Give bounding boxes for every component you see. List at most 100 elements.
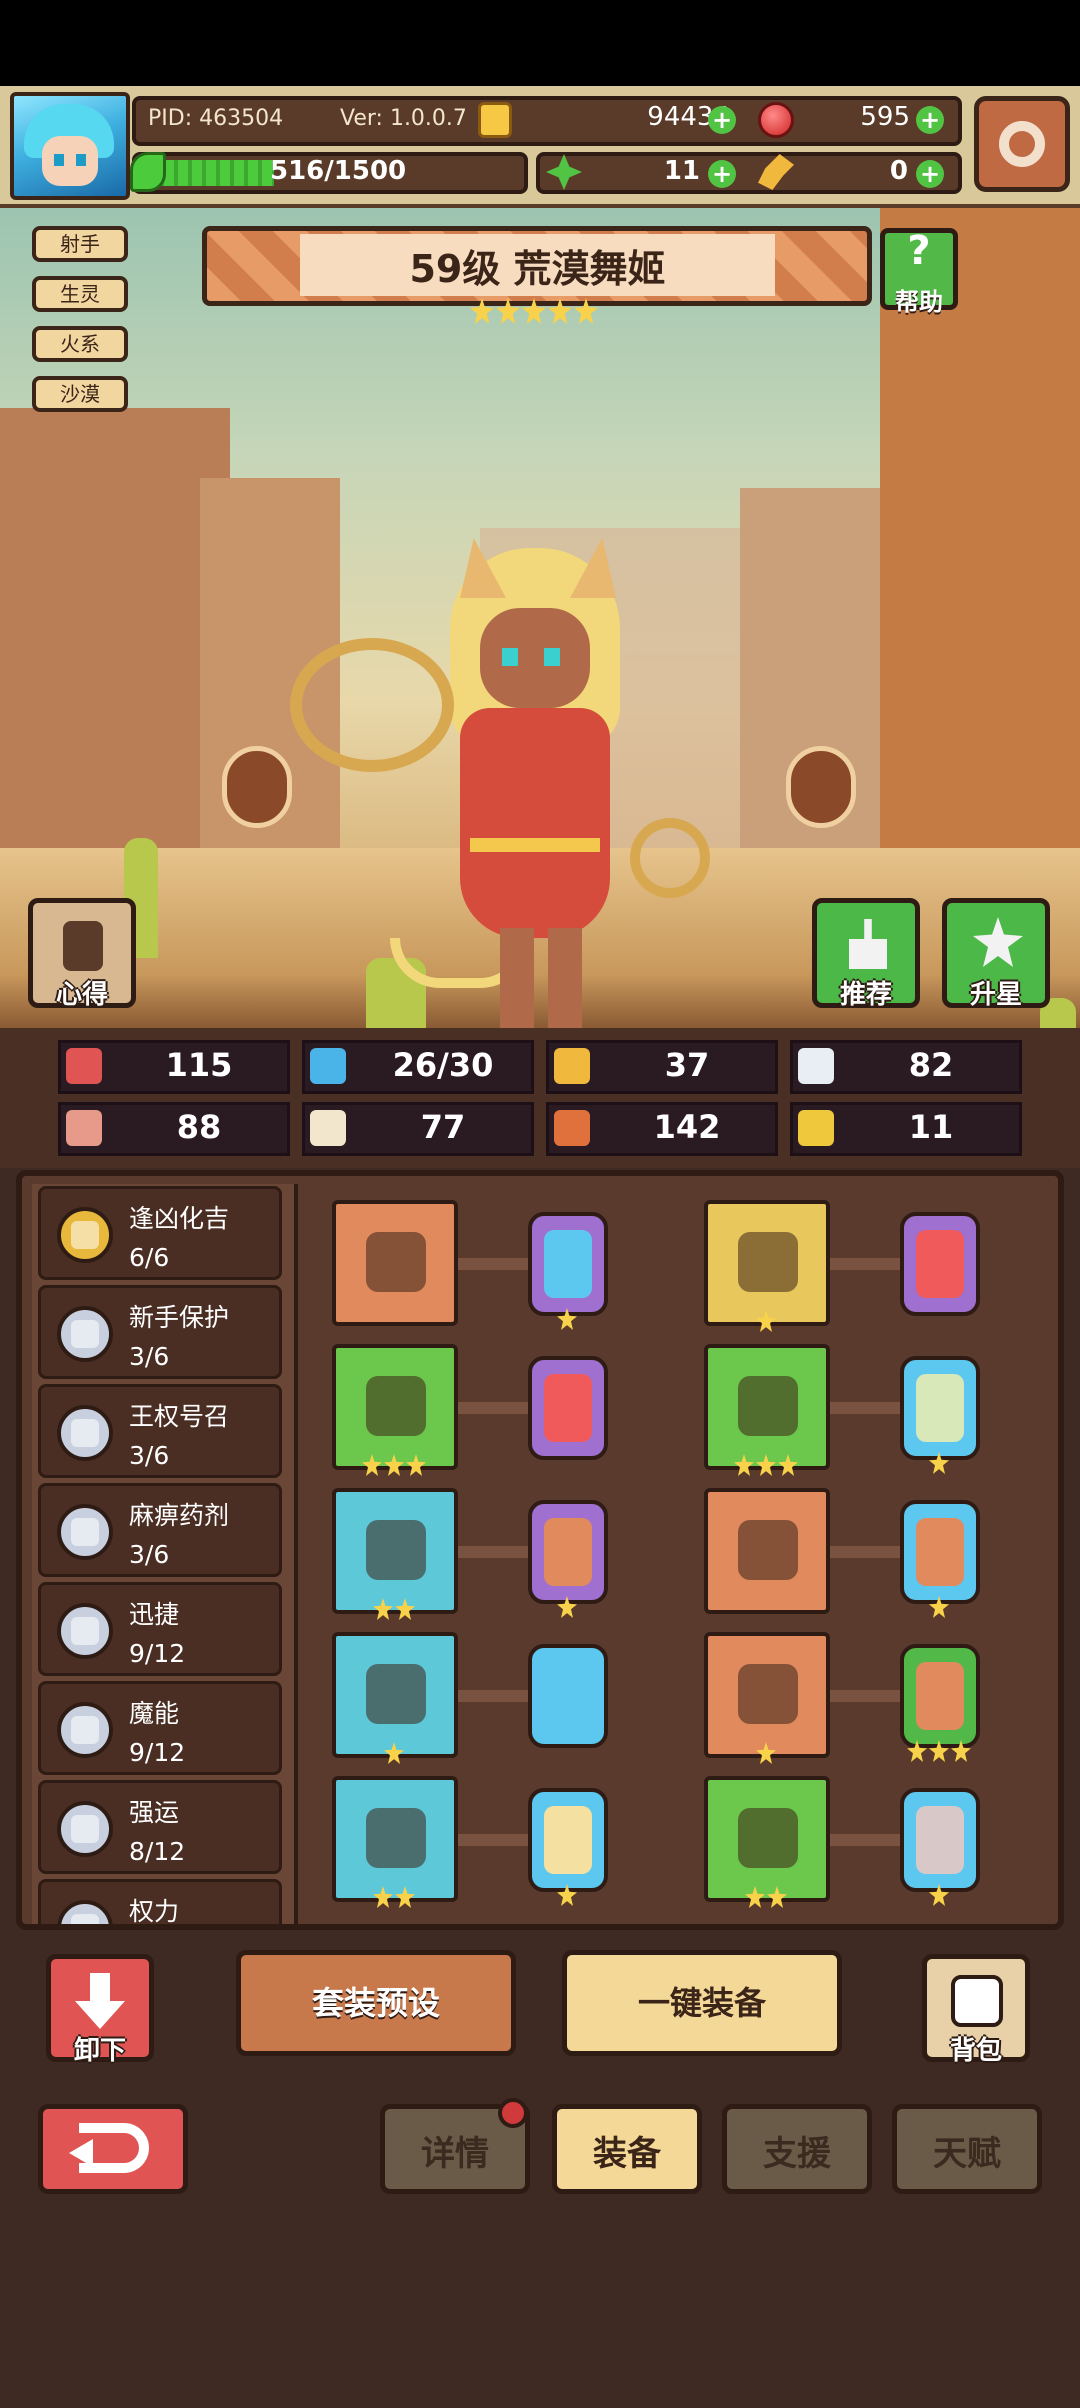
unequip-label: 卸下 [73, 2036, 126, 2066]
star-up-label: 升星 [969, 980, 1022, 1010]
set-progress: 6/6 [129, 1243, 170, 1272]
gear-slot[interactable] [332, 1632, 458, 1758]
gem-socket[interactable] [528, 1356, 608, 1460]
gem-socket[interactable] [528, 1500, 608, 1604]
gear-star-rating [384, 1742, 406, 1766]
scroll-icon [63, 921, 103, 971]
gear-star-rating [745, 1886, 789, 1910]
gem-socket[interactable] [900, 1644, 980, 1748]
experience-value: 516/1500 [270, 156, 407, 186]
star-icon [362, 1454, 382, 1476]
key-count: 0 [889, 156, 908, 186]
set-name: 新手保护 [129, 1303, 230, 1332]
gear-slot[interactable] [704, 1632, 830, 1758]
gem-socket[interactable] [528, 1644, 608, 1748]
gear-slot[interactable] [332, 1488, 458, 1614]
set-emblem-icon [57, 1504, 113, 1560]
hero-character-sprite[interactable] [290, 538, 730, 1028]
slot-connector [452, 1402, 536, 1414]
clover-count: 11 [663, 156, 700, 186]
set-emblem-inner [71, 1617, 99, 1645]
set-bonus-item[interactable]: 权力 [38, 1879, 282, 1924]
crown-icon [738, 1232, 798, 1292]
add-coins-plus-icon[interactable]: + [708, 106, 736, 134]
gem-icon [916, 1230, 964, 1298]
back-button[interactable] [38, 2104, 188, 2194]
slot-connector [824, 1546, 908, 1558]
set-bonus-item[interactable]: 王权号召 3/6 [38, 1384, 282, 1478]
tab-support-label: 支援 [763, 2134, 831, 2174]
backpack-icon [951, 1975, 1003, 2027]
star-icon [496, 298, 520, 324]
gear-slot[interactable] [332, 1344, 458, 1470]
set-name: 麻痹药剂 [129, 1501, 230, 1530]
ruby-gem-icon [758, 102, 794, 138]
gem-socket[interactable] [900, 1356, 980, 1460]
floating-charm-icon [222, 746, 292, 828]
gem-count: 595 [860, 102, 910, 132]
hero-leg [548, 928, 582, 1028]
set-bonus-item[interactable]: 新手保护 3/6 [38, 1285, 282, 1379]
avatar-face [42, 136, 98, 186]
slot-connector [824, 1690, 908, 1702]
set-name: 逢凶化吉 [129, 1204, 230, 1233]
settings-button[interactable] [974, 96, 1070, 192]
heart-icon [66, 1048, 102, 1084]
add-gems-plus-icon[interactable]: + [916, 106, 944, 134]
star-icon [973, 917, 1023, 967]
star-icon [548, 298, 572, 324]
gem-star-rating [929, 1884, 951, 1908]
set-name: 王权号召 [129, 1402, 230, 1431]
gear-slot[interactable] [704, 1488, 830, 1614]
slot-connector [824, 1258, 908, 1270]
gem-icon [916, 1662, 964, 1730]
set-emblem-icon [57, 1900, 113, 1924]
gem-socket[interactable] [900, 1500, 980, 1604]
gear-slot[interactable] [704, 1776, 830, 1902]
star-icon [522, 298, 546, 324]
star-icon [384, 1454, 404, 1476]
gem-socket[interactable] [900, 1788, 980, 1892]
feather-icon [366, 1376, 426, 1436]
add-keys-plus-icon[interactable]: + [916, 160, 944, 188]
stat-value: 88 [176, 1108, 222, 1146]
gem-socket[interactable] [528, 1212, 608, 1316]
down-arrow-icon [75, 1973, 125, 2029]
set-bonus-item[interactable]: 魔能 9/12 [38, 1681, 282, 1775]
gear-slot[interactable] [332, 1200, 458, 1326]
stat-value: 77 [420, 1108, 466, 1146]
question-mark-icon: ? [907, 228, 931, 274]
star-icon [929, 1452, 949, 1474]
set-bonus-item[interactable]: 强运 8/12 [38, 1780, 282, 1874]
gem-star-rating [929, 1596, 951, 1620]
stat-value: 37 [664, 1046, 710, 1084]
necklace-icon [366, 1520, 426, 1580]
add-clovers-plus-icon[interactable]: + [708, 160, 736, 188]
star-icon [745, 1886, 765, 1908]
set-bonus-item[interactable]: 迅捷 9/12 [38, 1582, 282, 1676]
gem-socket[interactable] [900, 1212, 980, 1316]
set-emblem-inner [71, 1716, 99, 1744]
coin-count: 94434 [647, 102, 730, 132]
gem-socket[interactable] [528, 1788, 608, 1892]
set-bonus-item[interactable]: 麻痹药剂 3/6 [38, 1483, 282, 1577]
gear-slot[interactable] [704, 1200, 830, 1326]
gear-slot[interactable] [332, 1776, 458, 1902]
star-icon [395, 1886, 415, 1908]
hero-belt [470, 838, 600, 852]
notification-dot [498, 2098, 528, 2128]
set-progress: 3/6 [129, 1342, 170, 1371]
set-name: 权力 [129, 1897, 180, 1924]
star-icon [384, 1742, 404, 1764]
gem-star-rating [557, 1596, 579, 1620]
set-bonus-item[interactable]: 逢凶化吉 6/6 [38, 1186, 282, 1280]
star-icon [929, 1884, 949, 1906]
equipment-set-list[interactable]: 逢凶化吉 6/6 新手保护 3/6 王权号召 3/6 麻痹药剂 3/6 迅捷 9/12 魔能 9/12… [32, 1184, 298, 1924]
player-id: PID: 463504 [148, 106, 284, 131]
thumbs-up-icon [849, 919, 887, 969]
hero-tag-class: 射手 [32, 226, 128, 262]
player-avatar[interactable] [10, 92, 130, 200]
gear-star-rating [734, 1454, 800, 1478]
gear-slot[interactable] [704, 1344, 830, 1470]
star-icon [557, 1308, 577, 1330]
